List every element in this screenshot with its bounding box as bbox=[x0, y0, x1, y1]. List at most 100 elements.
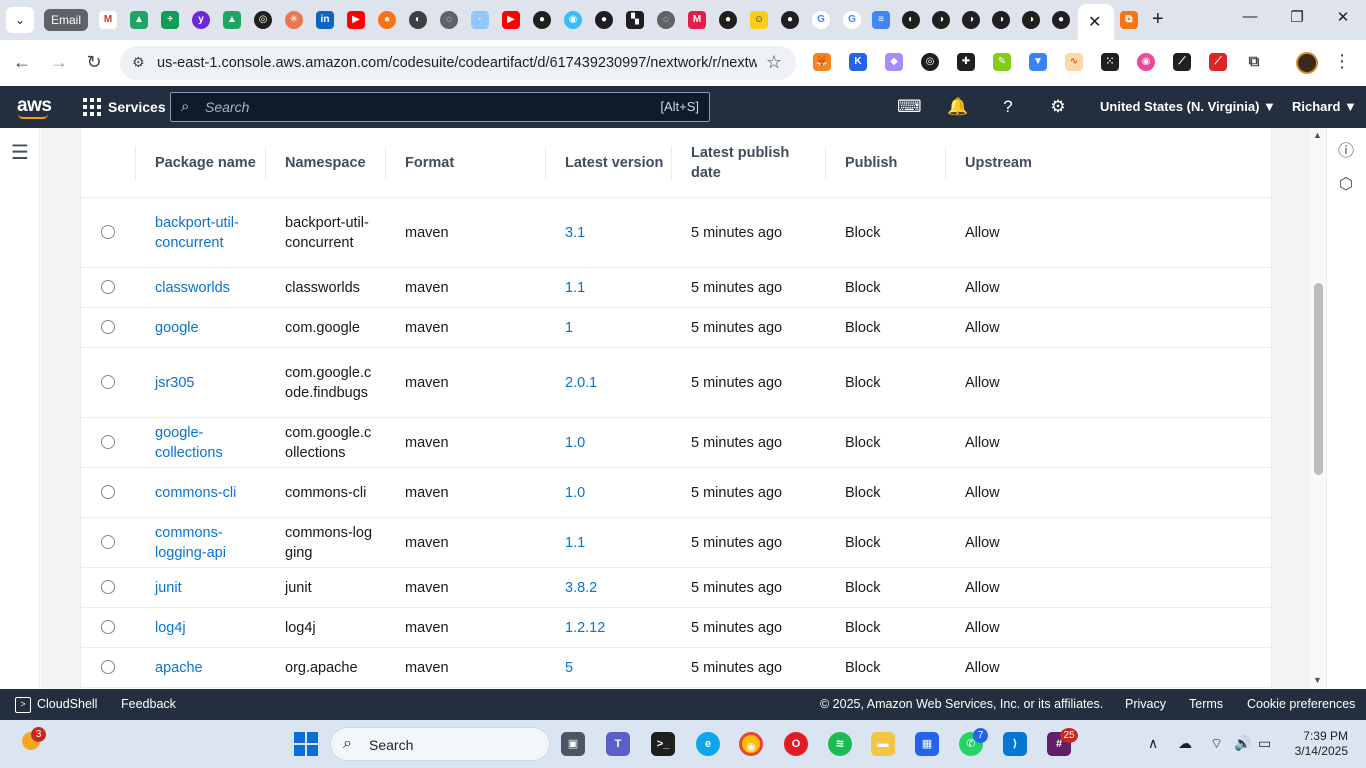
sheets-icon[interactable]: + bbox=[161, 11, 179, 29]
extension-icon[interactable]: ▼ bbox=[1029, 53, 1047, 71]
app-icon[interactable]: · bbox=[471, 11, 489, 29]
table-row[interactable]: jsr305 com.google.code.findbugs maven 2.0.1… bbox=[81, 348, 1271, 418]
github-icon[interactable]: ● bbox=[781, 11, 799, 29]
info-panel-icon[interactable]: ⓘ bbox=[1336, 137, 1356, 161]
column-header-latest-publish-date[interactable]: Latest publish date bbox=[691, 128, 816, 198]
drive-icon[interactable]: ▲ bbox=[223, 11, 241, 29]
cell-latest-version[interactable]: 1.0 bbox=[565, 418, 665, 467]
cell-package-name[interactable]: commons-cli bbox=[155, 468, 265, 517]
github-icon[interactable]: ● bbox=[1052, 11, 1070, 29]
row-select-radio[interactable] bbox=[101, 580, 115, 594]
app-icon[interactable]: ◑ bbox=[992, 11, 1010, 29]
app-icon[interactable]: ◑ bbox=[1022, 11, 1040, 29]
services-menu[interactable]: Services bbox=[108, 99, 166, 115]
bookmark-star-icon[interactable]: ☆ bbox=[766, 52, 782, 73]
drive-icon[interactable]: ▲ bbox=[130, 11, 148, 29]
file-explorer-dark-icon[interactable]: ▣ bbox=[561, 732, 585, 756]
teams-icon[interactable]: T bbox=[606, 732, 630, 756]
cell-package-name[interactable]: junit bbox=[155, 568, 265, 607]
privacy-link[interactable]: Privacy bbox=[1125, 697, 1166, 711]
profile-avatar[interactable] bbox=[1296, 52, 1318, 74]
extension-icon[interactable]: ⟋ bbox=[1173, 53, 1191, 71]
globe-icon[interactable]: ◌ bbox=[440, 11, 458, 29]
row-select-radio[interactable] bbox=[101, 485, 115, 499]
scrollbar-thumb[interactable] bbox=[1314, 283, 1323, 475]
cell-package-name[interactable]: apache bbox=[155, 648, 265, 687]
cell-latest-version[interactable]: 1 bbox=[565, 308, 665, 347]
extension-icon[interactable]: ∿ bbox=[1065, 53, 1083, 71]
notifications-bell-icon[interactable]: 🔔 bbox=[947, 97, 969, 117]
row-select-radio[interactable] bbox=[101, 375, 115, 389]
wifi-icon[interactable]: ⌔ bbox=[1210, 735, 1223, 753]
volume-icon[interactable]: 🔊 bbox=[1234, 735, 1251, 752]
start-button[interactable] bbox=[294, 732, 318, 756]
reload-icon[interactable]: ↻ bbox=[82, 52, 106, 73]
cell-package-name[interactable]: jsr305 bbox=[155, 348, 265, 417]
app-icon[interactable]: ◑ bbox=[962, 11, 980, 29]
help-icon[interactable]: ? bbox=[997, 97, 1019, 117]
gmail-icon[interactable]: M bbox=[99, 11, 117, 29]
table-row[interactable]: apache org.apache maven 5 5 minutes ago Block… bbox=[81, 648, 1271, 688]
app-icon[interactable]: M bbox=[688, 11, 706, 29]
restore-icon[interactable]: ❐ bbox=[1287, 8, 1307, 26]
cell-latest-version[interactable]: 3.8.2 bbox=[565, 568, 665, 607]
app-icon[interactable]: ☺ bbox=[750, 11, 768, 29]
github-icon[interactable]: ● bbox=[719, 11, 737, 29]
resources-icon[interactable]: ⬡ bbox=[1336, 174, 1356, 194]
cell-package-name[interactable]: google-collections bbox=[155, 418, 265, 467]
youtube-icon[interactable]: ▶ bbox=[502, 11, 520, 29]
scroll-down-arrow-icon[interactable]: ▼ bbox=[1313, 675, 1322, 685]
app-icon[interactable]: ◐ bbox=[409, 11, 427, 29]
extension-icon[interactable]: ◉ bbox=[1137, 53, 1155, 71]
row-select-radio[interactable] bbox=[101, 660, 115, 674]
forms-icon[interactable]: ≡ bbox=[872, 11, 890, 29]
url-text[interactable]: us-east-1.console.aws.amazon.com/codesui… bbox=[157, 55, 757, 71]
app-icon[interactable]: ◉ bbox=[564, 11, 582, 29]
cell-latest-version[interactable]: 1.0 bbox=[565, 468, 665, 517]
table-row[interactable]: google-collections com.google.collections… bbox=[81, 418, 1271, 468]
terms-link[interactable]: Terms bbox=[1189, 697, 1223, 711]
close-window-icon[interactable]: ✕ bbox=[1333, 8, 1353, 26]
extension-icon[interactable]: ✎ bbox=[993, 53, 1011, 71]
cell-latest-version[interactable]: 5 bbox=[565, 648, 665, 687]
row-select-radio[interactable] bbox=[101, 320, 115, 334]
store-icon[interactable]: ▦ bbox=[915, 732, 939, 756]
metamask-icon[interactable]: 🦊 bbox=[813, 53, 831, 71]
cell-package-name[interactable]: backport-util-concurrent bbox=[155, 198, 265, 267]
column-header-package-name[interactable]: Package name bbox=[155, 128, 260, 198]
minimize-icon[interactable]: — bbox=[1240, 8, 1260, 25]
back-icon[interactable]: ← bbox=[10, 52, 34, 73]
system-clock[interactable]: 7:39 PM 3/14/2025 bbox=[1292, 729, 1348, 759]
cell-package-name[interactable]: classworlds bbox=[155, 268, 265, 307]
app-icon[interactable]: ⧉ bbox=[1120, 11, 1138, 29]
row-select-radio[interactable] bbox=[101, 435, 115, 449]
battery-icon[interactable]: ▭ bbox=[1258, 735, 1271, 752]
cell-package-name[interactable]: google bbox=[155, 308, 265, 347]
terraform-icon[interactable]: ▚ bbox=[626, 11, 644, 29]
row-select-radio[interactable] bbox=[101, 225, 115, 239]
cloudshell-icon[interactable]: ⌨ bbox=[897, 97, 922, 117]
cell-package-name[interactable]: commons-logging-api bbox=[155, 518, 265, 567]
extensions-puzzle-icon[interactable]: ⧉ bbox=[1245, 53, 1263, 71]
extension-icon[interactable]: K bbox=[849, 53, 867, 71]
column-header-upstream[interactable]: Upstream bbox=[965, 128, 1085, 198]
column-header-publish[interactable]: Publish bbox=[845, 128, 945, 198]
tray-overflow-icon[interactable]: ∧ bbox=[1148, 735, 1158, 752]
app-icon[interactable]: ◑ bbox=[932, 11, 950, 29]
table-row[interactable]: junit junit maven 3.8.2 5 minutes ago Block Al… bbox=[81, 568, 1271, 608]
extension-icon[interactable]: ⟋ bbox=[1209, 53, 1227, 71]
linkedin-icon[interactable]: in bbox=[316, 11, 334, 29]
aws-search-input[interactable] bbox=[205, 98, 625, 116]
vscode-icon[interactable]: ⟩ bbox=[1003, 732, 1027, 756]
tab-group-email[interactable]: Email bbox=[44, 9, 89, 31]
column-header-latest-version[interactable]: Latest version bbox=[565, 128, 665, 198]
cloudshell-link[interactable]: CloudShell bbox=[37, 697, 97, 711]
terminal-icon[interactable]: >_ bbox=[651, 732, 675, 756]
table-row[interactable]: commons-cli commons-cli maven 1.0 5 minutes … bbox=[81, 468, 1271, 518]
site-info-icon[interactable]: ⚙ bbox=[132, 54, 145, 71]
row-select-radio[interactable] bbox=[101, 535, 115, 549]
onedrive-cloud-icon[interactable]: ☁ bbox=[1178, 735, 1192, 752]
cell-latest-version[interactable]: 3.1 bbox=[565, 198, 665, 267]
active-tab[interactable]: ✕ bbox=[1078, 4, 1114, 40]
services-grid-icon[interactable] bbox=[83, 98, 101, 116]
